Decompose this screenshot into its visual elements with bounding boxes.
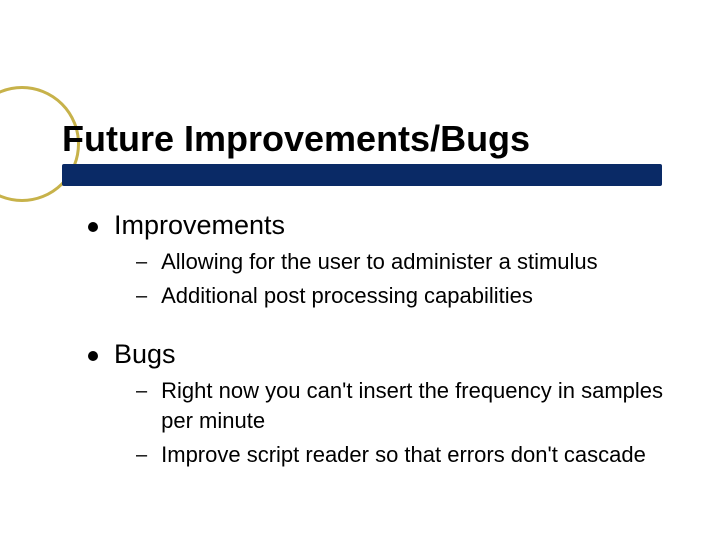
title-underline-bar: [62, 164, 662, 186]
bullet-dot-icon: [88, 222, 98, 232]
dash-icon: –: [136, 247, 147, 277]
bullet-bugs: Bugs: [88, 339, 668, 370]
section-heading: Bugs: [114, 339, 176, 370]
section-heading: Improvements: [114, 210, 285, 241]
dash-icon: –: [136, 440, 147, 470]
dash-icon: –: [136, 376, 147, 406]
sub-bullet-text: Improve script reader so that errors don…: [161, 440, 646, 470]
slide: Future Improvements/Bugs Improvements – …: [0, 0, 720, 540]
slide-title: Future Improvements/Bugs: [62, 118, 530, 160]
sub-bullet-text: Right now you can't insert the frequency…: [161, 376, 668, 436]
sub-bullet: – Allowing for the user to administer a …: [136, 247, 668, 277]
bullet-improvements: Improvements: [88, 210, 668, 241]
sub-bullet: – Additional post processing capabilitie…: [136, 281, 668, 311]
sub-bullet: – Right now you can't insert the frequen…: [136, 376, 668, 436]
sub-bullet: – Improve script reader so that errors d…: [136, 440, 668, 470]
dash-icon: –: [136, 281, 147, 311]
sub-bullet-text: Allowing for the user to administer a st…: [161, 247, 598, 277]
slide-content: Improvements – Allowing for the user to …: [88, 210, 668, 470]
bullet-dot-icon: [88, 351, 98, 361]
sub-bullet-text: Additional post processing capabilities: [161, 281, 533, 311]
